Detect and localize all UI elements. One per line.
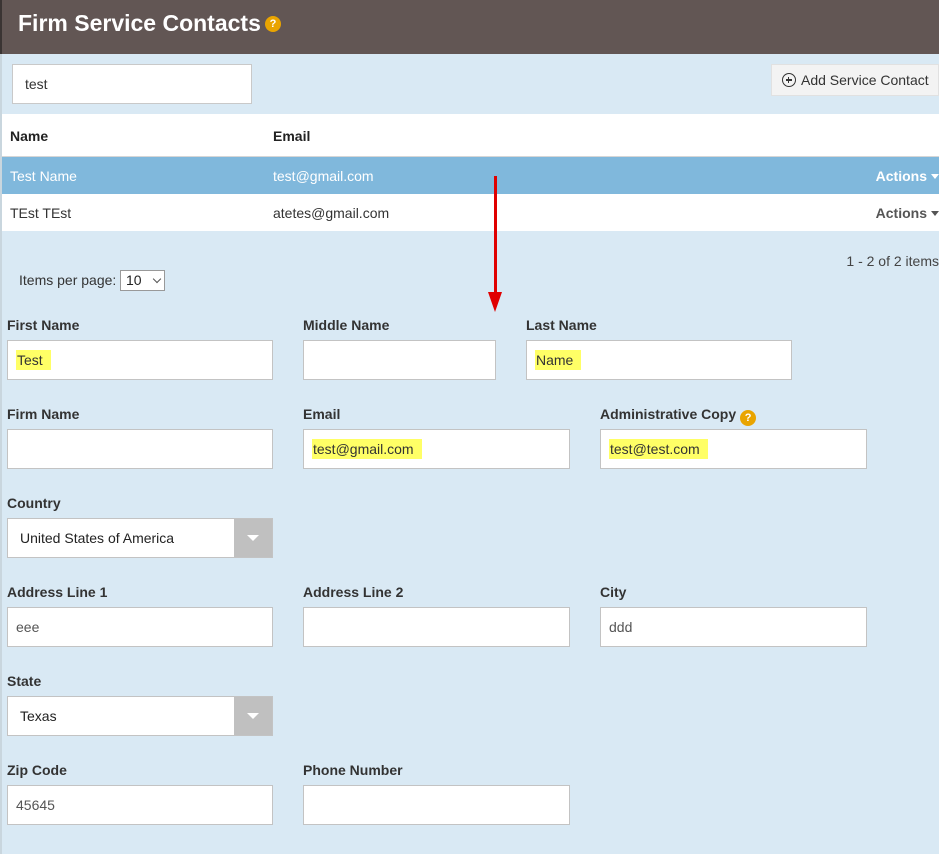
actions-label: Actions (875, 205, 927, 221)
add-service-contact-label: Add Service Contact (801, 72, 929, 88)
annotation-arrow (494, 176, 497, 294)
middle-name-label: Middle Name (303, 317, 390, 333)
plus-circle-icon (782, 73, 796, 87)
pager-info: 1 - 2 of 2 items (846, 253, 939, 269)
row-email: atetes@gmail.com (273, 205, 390, 221)
page-title: Firm Service Contacts (18, 10, 261, 36)
state-value: Texas (20, 708, 57, 724)
zip-code-label: Zip Code (7, 762, 67, 778)
first-name-value: Test (16, 350, 51, 370)
table-row[interactable]: TEst TEst atetes@gmail.com Actions (2, 194, 939, 231)
address-line-2-label: Address Line 2 (303, 584, 404, 600)
administrative-copy-label: Administrative Copy? (600, 406, 757, 426)
add-service-contact-button[interactable]: Add Service Contact (771, 64, 939, 96)
last-name-value: Name (535, 350, 582, 370)
items-per-page-value: 10 (126, 272, 142, 288)
grid-header: Name Email (2, 114, 939, 157)
email-value: test@gmail.com (312, 439, 422, 459)
email-label: Email (303, 406, 341, 422)
country-select[interactable]: United States of America (7, 518, 273, 558)
items-per-page-label: Items per page: (19, 272, 117, 288)
city-value: ddd (609, 619, 633, 635)
address-line-2-field[interactable] (303, 607, 570, 647)
zip-code-field[interactable]: 45645 (7, 785, 273, 825)
caret-down-icon (931, 173, 939, 179)
actions-dropdown[interactable]: Actions (876, 168, 939, 184)
city-field[interactable]: ddd (600, 607, 867, 647)
administrative-copy-label-text: Administrative Copy (600, 406, 737, 422)
country-label: Country (7, 495, 61, 511)
items-per-page-select[interactable]: 10 (120, 270, 165, 291)
first-name-field[interactable]: Test (7, 340, 273, 380)
help-icon[interactable]: ? (740, 410, 757, 426)
dropdown-button[interactable] (234, 697, 272, 735)
first-name-label: First Name (7, 317, 80, 333)
column-header-name[interactable]: Name (10, 128, 48, 144)
row-email: test@gmail.com (273, 168, 374, 184)
page-header: Firm Service Contacts ? (0, 0, 939, 54)
address-line-1-label: Address Line 1 (7, 584, 108, 600)
triangle-down-icon (247, 713, 259, 719)
state-label: State (7, 673, 42, 689)
country-value: United States of America (20, 530, 175, 546)
middle-name-field[interactable] (303, 340, 496, 380)
help-icon[interactable]: ? (265, 16, 281, 32)
address-line-1-field[interactable]: eee (7, 607, 273, 647)
administrative-copy-value: test@test.com (609, 439, 708, 459)
column-header-email[interactable]: Email (273, 128, 310, 144)
email-field[interactable]: test@gmail.com (303, 429, 570, 469)
row-name: TEst TEst (10, 205, 72, 221)
address-line-1-value: eee (16, 619, 40, 635)
dropdown-button[interactable] (234, 519, 272, 557)
state-select[interactable]: Texas (7, 696, 273, 736)
city-label: City (600, 584, 627, 600)
actions-label: Actions (875, 168, 927, 184)
annotation-arrow-head (488, 292, 502, 312)
administrative-copy-field[interactable]: test@test.com (600, 429, 867, 469)
phone-number-field[interactable] (303, 785, 570, 825)
caret-down-icon (931, 210, 939, 216)
firm-name-label: Firm Name (7, 406, 80, 422)
search-input[interactable] (12, 64, 252, 104)
zip-code-value: 45645 (16, 797, 55, 813)
firm-name-field[interactable] (7, 429, 273, 469)
chevron-down-icon (152, 274, 162, 284)
triangle-down-icon (247, 535, 259, 541)
phone-number-label: Phone Number (303, 762, 403, 778)
actions-dropdown[interactable]: Actions (876, 205, 939, 221)
last-name-label: Last Name (526, 317, 597, 333)
row-name: Test Name (10, 168, 77, 184)
table-row[interactable]: Test Name test@gmail.com Actions (2, 157, 939, 194)
last-name-field[interactable]: Name (526, 340, 792, 380)
